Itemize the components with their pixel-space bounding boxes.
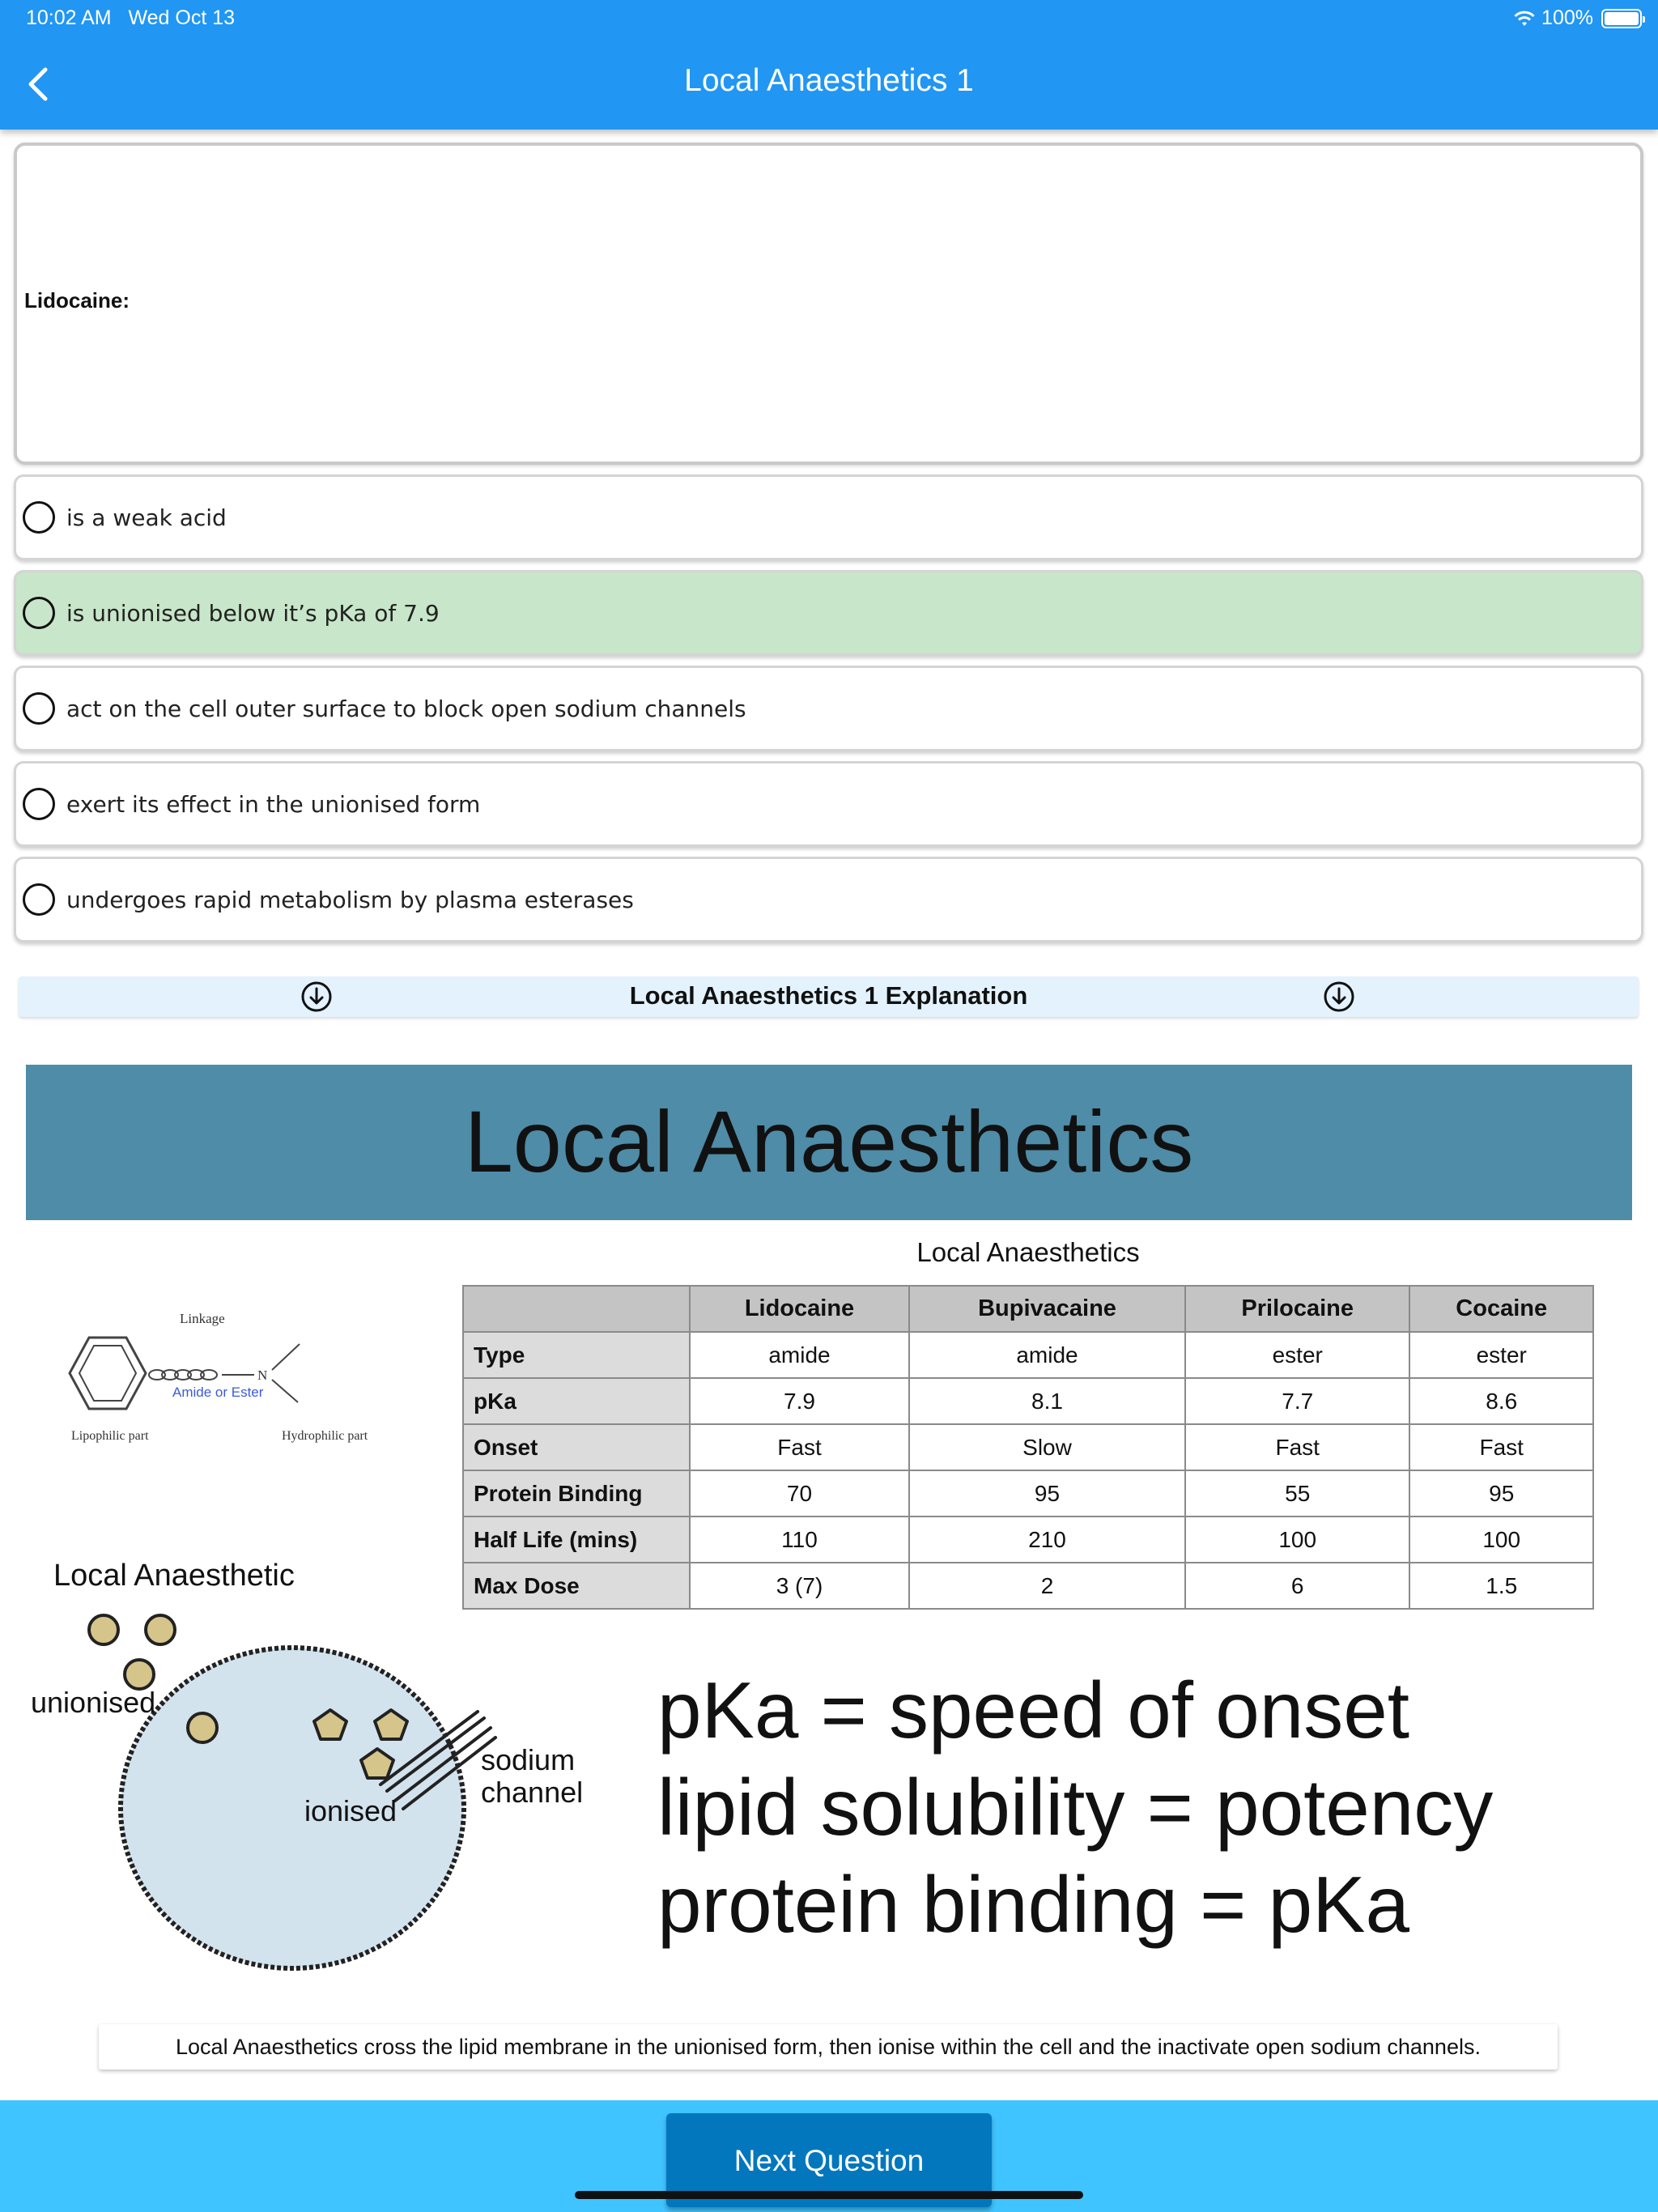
answer-option-2[interactable]: is unionised below it’s pKa of 7.9 <box>14 570 1643 656</box>
formula-line-2: lipid solubility = potency <box>657 1763 1494 1852</box>
caption-text: Local Anaesthetics cross the lipid membr… <box>176 2034 1481 2059</box>
table-cell: 6 <box>1184 1562 1411 1610</box>
status-indicators: 100% <box>1512 6 1645 30</box>
table-cell: Fast <box>1184 1423 1411 1471</box>
radio-button[interactable] <box>23 788 55 820</box>
table-cell: 1.5 <box>1409 1562 1594 1610</box>
wifi-icon <box>1514 11 1535 26</box>
table-header-cell: Bupivacaine <box>908 1285 1186 1333</box>
formula-line-1: pKa = speed of onset <box>657 1665 1409 1755</box>
download-circle-icon[interactable] <box>1323 981 1355 1013</box>
table-row-header: Type <box>462 1331 691 1379</box>
table-cell: 110 <box>689 1516 910 1563</box>
nitrogen-label: N <box>257 1368 267 1383</box>
chemical-structure-diagram: Linkage N Amide or Ester Lipophilic part… <box>68 1311 368 1443</box>
table-cell: ester <box>1409 1331 1594 1379</box>
table-row-header: Protein Binding <box>462 1470 691 1517</box>
unionised-label: unionised <box>31 1686 156 1719</box>
table-cell: ester <box>1184 1331 1411 1379</box>
sodium-label-line-2: channel <box>481 1776 584 1809</box>
table-cell: 8.6 <box>1409 1377 1594 1425</box>
table-row-header: pKa <box>462 1377 691 1425</box>
table-header-cell <box>462 1285 691 1333</box>
table-row: Type amide amide ester ester <box>462 1331 1594 1379</box>
slide-title: Local Anaesthetics <box>464 1092 1194 1190</box>
page-title: Local Anaesthetics 1 <box>684 63 974 98</box>
table-row: pKa 7.9 8.1 7.7 8.6 <box>462 1377 1594 1425</box>
table-cell: Slow <box>908 1423 1186 1471</box>
radio-button[interactable] <box>23 597 55 629</box>
amide-or-ester-label: Amide or Ester <box>172 1385 264 1400</box>
screen: 10:02 AM Wed Oct 13 100% Local Anaesthet… <box>0 0 1658 2212</box>
table-header-cell: Lidocaine <box>689 1285 910 1333</box>
table-row: Protein Binding 70 95 55 95 <box>462 1470 1594 1517</box>
status-clock: 10:02 AM <box>26 6 112 29</box>
table-cell: 2 <box>908 1562 1186 1610</box>
formula-line-3: protein binding = pKa <box>657 1860 1409 1949</box>
answer-option-4[interactable]: exert its effect in the unionised form <box>14 761 1643 847</box>
table-cell: 95 <box>1409 1470 1594 1517</box>
answer-option-3[interactable]: act on the cell outer surface to block o… <box>14 666 1643 751</box>
table-header-cell: Cocaine <box>1409 1285 1594 1333</box>
answer-label: act on the cell outer surface to block o… <box>66 695 746 722</box>
radio-button[interactable] <box>23 501 55 534</box>
linkage-label: Linkage <box>180 1311 225 1326</box>
table-caption: Local Anaesthetics <box>916 1237 1140 1267</box>
table-cell: amide <box>689 1331 910 1379</box>
table-cell: Fast <box>689 1423 910 1471</box>
slide-banner: Local Anaesthetics <box>26 1065 1632 1220</box>
table-cell: 100 <box>1409 1516 1594 1563</box>
explanation-caption: Local Anaesthetics cross the lipid membr… <box>99 2024 1558 2069</box>
battery-percent: 100% <box>1541 6 1593 29</box>
table-cell: 3 (7) <box>689 1562 910 1610</box>
answer-label: exert its effect in the unionised form <box>66 790 481 818</box>
answer-label: is unionised below it’s pKa of 7.9 <box>66 599 440 627</box>
table-row-header: Onset <box>462 1423 691 1471</box>
question-text: Lidocaine: <box>24 288 130 313</box>
radio-button[interactable] <box>23 692 55 725</box>
sodium-label-line-1: sodium <box>481 1743 576 1776</box>
lipophilic-label: Lipophilic part <box>71 1429 149 1443</box>
table-cell: 7.7 <box>1184 1377 1411 1425</box>
table-row: Onset Fast Slow Fast Fast <box>462 1423 1594 1471</box>
answer-option-1[interactable]: is a weak acid <box>14 474 1643 560</box>
table-header-cell: Prilocaine <box>1184 1285 1411 1333</box>
table-cell: 7.9 <box>689 1377 910 1425</box>
ionised-label: ionised <box>304 1794 397 1827</box>
comparison-table: Lidocaine Bupivacaine Prilocaine Cocaine… <box>462 1285 1594 1610</box>
battery-icon <box>1601 8 1645 28</box>
app-bar: 10:02 AM Wed Oct 13 100% Local Anaesthet… <box>0 0 1658 130</box>
status-time: 10:02 AM Wed Oct 13 <box>26 6 235 30</box>
table-cell: Fast <box>1409 1423 1594 1471</box>
benzene-ring <box>68 1336 147 1410</box>
answer-option-5[interactable]: undergoes rapid metabolism by plasma est… <box>14 857 1643 942</box>
table-row: Half Life (mins) 110 210 100 100 <box>462 1516 1594 1563</box>
answer-label: is a weak acid <box>66 504 227 531</box>
table-cell: 95 <box>908 1470 1186 1517</box>
table-cell: amide <box>908 1331 1186 1379</box>
table-header-row: Lidocaine Bupivacaine Prilocaine Cocaine <box>462 1285 1594 1333</box>
explanation-title: Local Anaesthetics 1 Explanation <box>629 981 1028 1010</box>
table-cell: 210 <box>908 1516 1186 1563</box>
explanation-header[interactable]: Local Anaesthetics 1 Explanation <box>19 976 1639 1017</box>
table-cell: 100 <box>1184 1516 1411 1563</box>
cell-body <box>118 1645 466 1971</box>
question-card <box>14 143 1643 465</box>
diagram-title: Local Anaesthetic <box>53 1559 295 1593</box>
table-row-header: Half Life (mins) <box>462 1516 691 1563</box>
answer-label: undergoes rapid metabolism by plasma est… <box>66 886 634 913</box>
sodium-channel-label: sodium channel <box>481 1744 583 1809</box>
table-cell: 70 <box>689 1470 910 1517</box>
table-cell: 55 <box>1184 1470 1411 1517</box>
benzene-inner-ring <box>78 1345 138 1402</box>
status-date: Wed Oct 13 <box>128 6 236 29</box>
home-indicator[interactable] <box>575 2191 1083 2199</box>
table-cell: 8.1 <box>908 1377 1186 1425</box>
hydrophilic-label: Hydrophilic part <box>282 1429 368 1443</box>
table-row-header: Max Dose <box>462 1562 691 1610</box>
table-row: Max Dose 3 (7) 2 6 1.5 <box>462 1562 1594 1610</box>
radio-button[interactable] <box>23 883 55 916</box>
